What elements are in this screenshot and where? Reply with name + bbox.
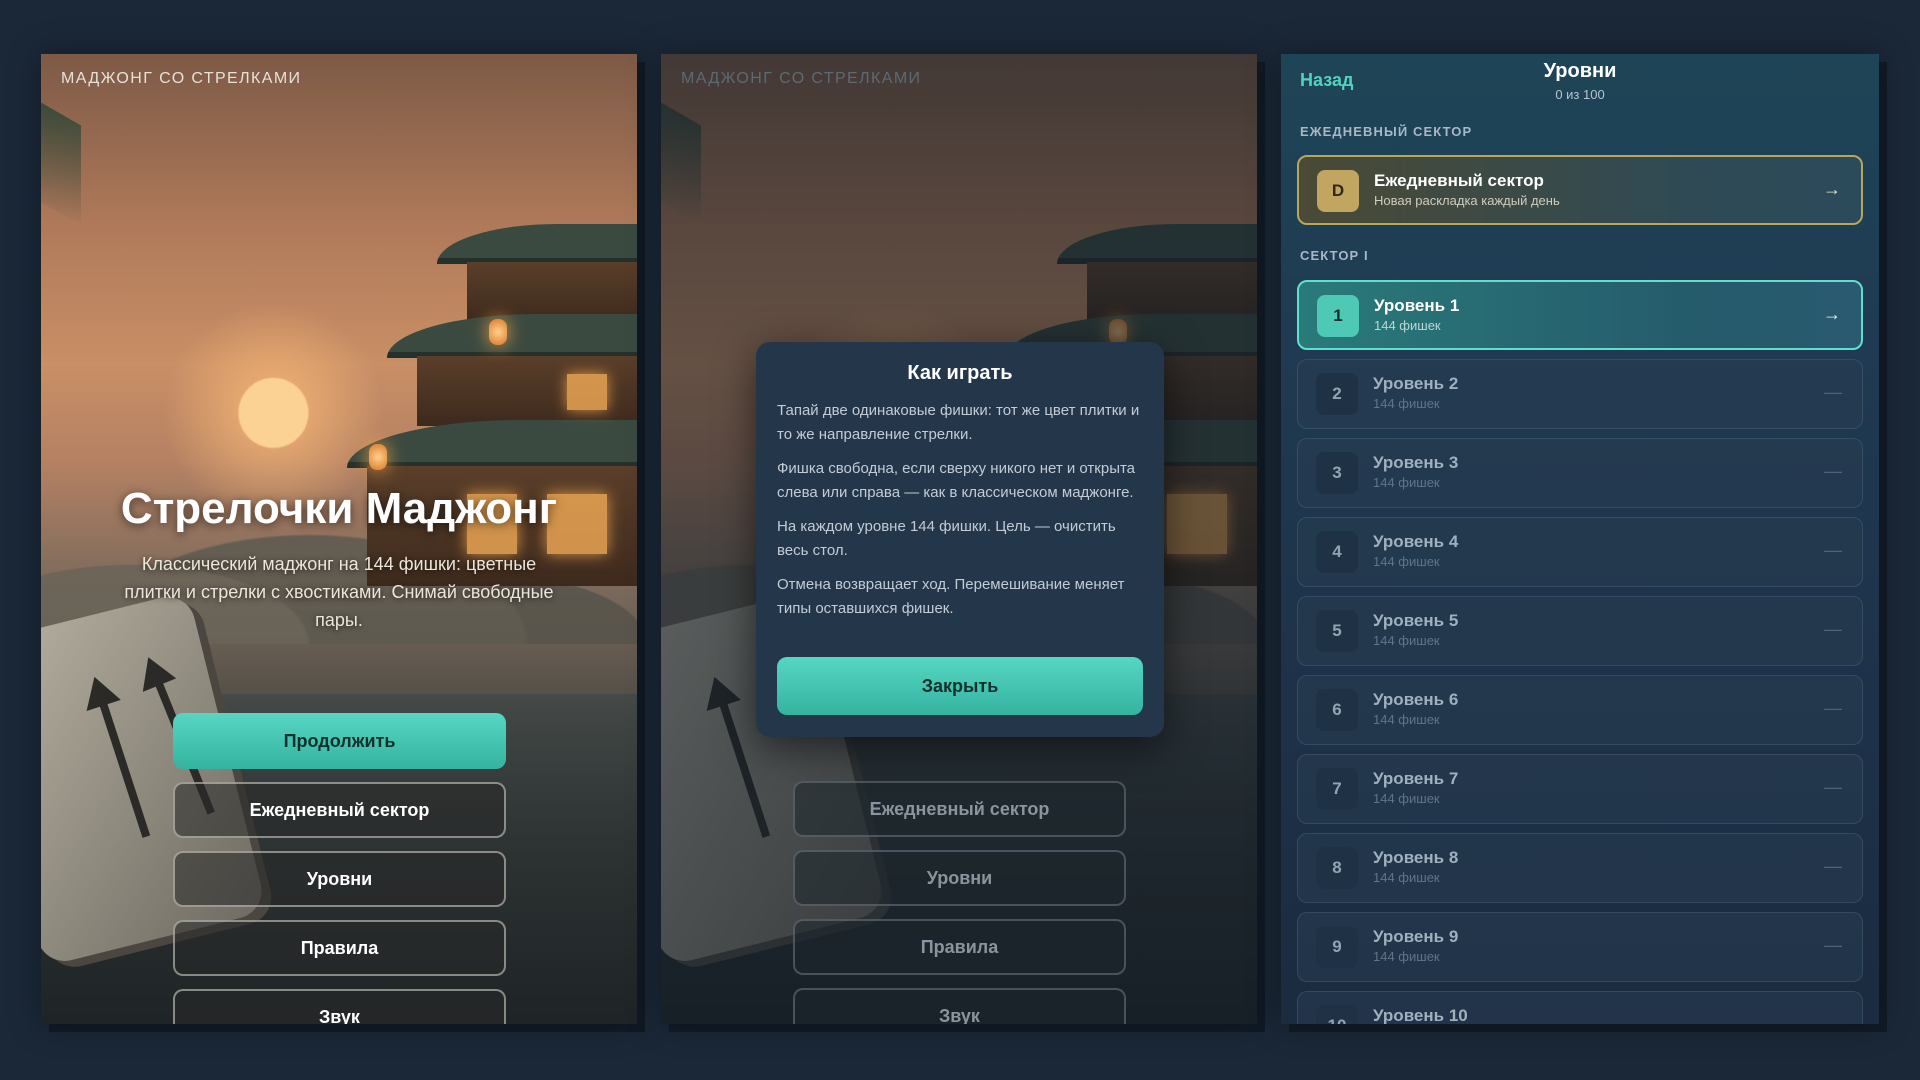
level-tile-count: 144 фишек (1373, 949, 1440, 964)
levels-screen: Назад Уровни 0 из 100 ЕЖЕДНЕВНЫЙ СЕКТОР … (1281, 54, 1879, 1024)
locked-dash-icon: — (1824, 935, 1842, 955)
rule-paragraph: Отмена возвращает ход. Перемешивание мен… (777, 576, 1125, 617)
page-title: Уровни (1543, 60, 1617, 82)
level-number-badge: 2 (1316, 373, 1358, 415)
level-item-7[interactable]: 7 Уровень 7 144 фишек — (1297, 754, 1863, 824)
level-name: Уровень 4 (1373, 532, 1459, 551)
levels-button: Уровни (793, 850, 1126, 906)
daily-sector-item[interactable]: D Ежедневный сектор Новая раскладка кажд… (1297, 155, 1863, 225)
level-number-badge: 10 (1316, 1005, 1358, 1024)
level-item-9[interactable]: 9 Уровень 9 144 фишек — (1297, 912, 1863, 982)
level-number-badge: 8 (1316, 847, 1358, 889)
locked-dash-icon: — (1824, 540, 1842, 560)
how-to-play-dialog: Как играть Тапай две одинаковые фишки: т… (756, 342, 1164, 737)
continue-button[interactable]: Продолжить (173, 713, 506, 769)
level-number-badge: 6 (1316, 689, 1358, 731)
daily-name: Ежедневный сектор (1374, 171, 1544, 190)
level-item-8[interactable]: 8 Уровень 8 144 фишек — (1297, 833, 1863, 903)
locked-dash-icon: — (1824, 382, 1842, 402)
level-number-badge: 1 (1317, 295, 1359, 337)
locked-dash-icon: — (1824, 461, 1842, 481)
locked-dash-icon: — (1824, 1014, 1842, 1024)
brand-label: МАДЖОНГ СО СТРЕЛКАМИ (61, 70, 302, 87)
level-name: Уровень 8 (1373, 848, 1459, 867)
level-tile-count: 144 фишек (1373, 870, 1440, 885)
sound-button[interactable]: Звук (173, 989, 506, 1024)
sector-section-header: СЕКТОР I (1300, 248, 1369, 263)
locked-dash-icon: — (1824, 777, 1842, 797)
rules-button: Правила (793, 919, 1126, 975)
daily-description: Новая раскладка каждый день (1374, 193, 1560, 208)
levels-button[interactable]: Уровни (173, 851, 506, 907)
daily-sector-button: Ежедневный сектор (793, 781, 1126, 837)
level-item-4[interactable]: 4 Уровень 4 144 фишек — (1297, 517, 1863, 587)
main-menu-dimmed: Ежедневный сектор Уровни Правила Звук (793, 781, 1126, 1024)
game-title: Стрелочки Маджонг (120, 484, 558, 533)
daily-sector-button[interactable]: Ежедневный сектор (173, 782, 506, 838)
level-name: Уровень 9 (1373, 927, 1459, 946)
dialog-title: Как играть (907, 362, 1013, 384)
level-item-6[interactable]: 6 Уровень 6 144 фишек — (1297, 675, 1863, 745)
level-number-badge: 4 (1316, 531, 1358, 573)
close-button[interactable]: Закрыть (777, 657, 1143, 715)
level-item-2[interactable]: 2 Уровень 2 144 фишек — (1297, 359, 1863, 429)
level-name: Уровень 10 (1373, 1006, 1468, 1024)
arrow-right-icon: → (1823, 304, 1841, 324)
rule-paragraph: Тапай две одинаковые фишки: тот же цвет … (777, 402, 1140, 443)
level-name: Уровень 1 (1374, 296, 1460, 315)
game-subtitle: Классический маджонг на 144 фишки: цветн… (124, 554, 554, 630)
rules-button[interactable]: Правила (173, 920, 506, 976)
level-tile-count: 144 фишек (1373, 396, 1440, 411)
level-name: Уровень 2 (1373, 374, 1459, 393)
level-number-badge: 3 (1316, 452, 1358, 494)
level-tile-count: 144 фишек (1373, 712, 1440, 727)
progress-counter: 0 из 100 (1555, 87, 1605, 102)
level-tile-count: 144 фишек (1373, 633, 1440, 648)
rule-paragraph: Фишка свободна, если сверху никого нет и… (777, 460, 1136, 501)
main-menu: Продолжить Ежедневный сектор Уровни Прав… (173, 713, 506, 1024)
rule-paragraph: На каждом уровне 144 фишки. Цель — очист… (777, 518, 1116, 559)
level-item-1[interactable]: 1 Уровень 1 144 фишек → (1297, 280, 1863, 350)
level-name: Уровень 6 (1373, 690, 1459, 709)
rules-screen: МАДЖОНГ СО СТРЕЛКАМИ Ежедневный сектор У… (661, 54, 1257, 1024)
arrow-right-icon: → (1823, 179, 1841, 199)
locked-dash-icon: — (1824, 619, 1842, 639)
level-number-badge: 9 (1316, 926, 1358, 968)
level-item-5[interactable]: 5 Уровень 5 144 фишек — (1297, 596, 1863, 666)
level-number-badge: 7 (1316, 768, 1358, 810)
level-name: Уровень 7 (1373, 769, 1459, 788)
level-tile-count: 144 фишек (1374, 318, 1441, 333)
level-tile-count: 144 фишек (1373, 554, 1440, 569)
level-tile-count: 144 фишек (1373, 475, 1440, 490)
level-item-3[interactable]: 3 Уровень 3 144 фишек — (1297, 438, 1863, 508)
daily-badge: D (1317, 170, 1359, 212)
level-item-10[interactable]: 10Уровень 10144 фишек— (1297, 991, 1863, 1024)
brand-label: МАДЖОНГ СО СТРЕЛКАМИ (681, 70, 922, 87)
level-name: Уровень 5 (1373, 611, 1459, 630)
main-menu-screen: МАДЖОНГ СО СТРЕЛКАМИ Стрелочки Маджонг К… (41, 54, 637, 1024)
daily-section-header: ЕЖЕДНЕВНЫЙ СЕКТОР (1300, 124, 1473, 139)
locked-dash-icon: — (1824, 856, 1842, 876)
sound-button: Звук (793, 988, 1126, 1024)
level-name: Уровень 3 (1373, 453, 1459, 472)
locked-dash-icon: — (1824, 698, 1842, 718)
level-tile-count: 144 фишек (1373, 791, 1440, 806)
level-number-badge: 5 (1316, 610, 1358, 652)
